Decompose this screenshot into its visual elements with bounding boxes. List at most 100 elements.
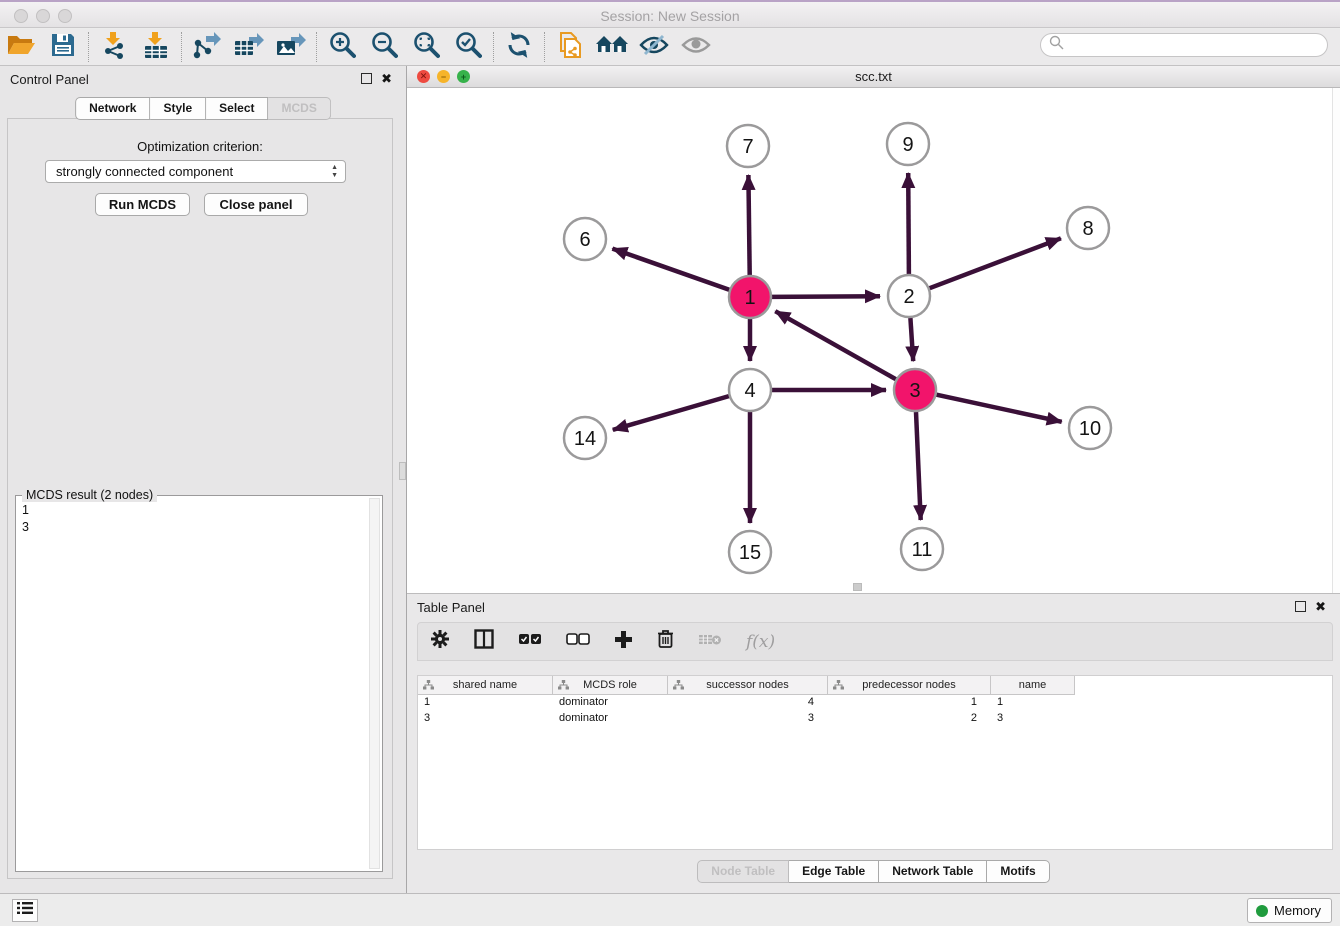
splitter-grip[interactable] bbox=[399, 462, 406, 480]
import-network-button[interactable] bbox=[93, 30, 135, 64]
export-image-icon bbox=[275, 31, 307, 64]
zoom-fit-button[interactable] bbox=[405, 30, 447, 64]
show-button[interactable] bbox=[675, 30, 717, 64]
criterion-value: strongly connected component bbox=[56, 164, 233, 179]
export-table-button[interactable] bbox=[228, 30, 270, 64]
export-network-button[interactable] bbox=[186, 30, 228, 64]
open-session-button[interactable] bbox=[0, 30, 42, 64]
tab-edge-table[interactable]: Edge Table bbox=[789, 860, 879, 883]
tab-node-table[interactable]: Node Table bbox=[697, 860, 789, 883]
table-cell[interactable]: 3 bbox=[418, 711, 553, 727]
table-cell[interactable]: 3 bbox=[668, 711, 828, 727]
svg-text:7: 7 bbox=[742, 136, 753, 158]
refresh-icon bbox=[505, 31, 533, 64]
status-bar: Memory bbox=[0, 893, 1340, 926]
table-cell[interactable]: dominator bbox=[553, 711, 668, 727]
float-table-panel-icon[interactable] bbox=[1295, 601, 1306, 612]
svg-text:11: 11 bbox=[912, 539, 933, 561]
canvas-resize-thumb[interactable] bbox=[853, 583, 862, 591]
svg-text:9: 9 bbox=[902, 134, 913, 156]
toolbar-separator bbox=[544, 32, 545, 62]
svg-text:1: 1 bbox=[744, 287, 755, 309]
search-input[interactable] bbox=[1040, 33, 1328, 57]
network-canvas[interactable]: 7968124314101511 bbox=[407, 88, 1332, 592]
table-cell[interactable]: 1 bbox=[418, 695, 553, 711]
control-panel-title: Control Panel bbox=[10, 72, 89, 87]
memory-button[interactable]: Memory bbox=[1247, 898, 1332, 923]
svg-text:8: 8 bbox=[1082, 218, 1093, 240]
table-panel-controls: ✖ bbox=[1295, 601, 1326, 612]
eye-slash-icon bbox=[638, 33, 670, 62]
table-panel-title: Table Panel bbox=[417, 600, 485, 615]
save-session-button[interactable] bbox=[42, 30, 84, 64]
network-graph: 7968124314101511 bbox=[407, 88, 1332, 592]
table-cell[interactable]: 1 bbox=[828, 695, 991, 711]
memory-label: Memory bbox=[1274, 903, 1321, 918]
svg-text:4: 4 bbox=[744, 380, 755, 402]
tab-network-table[interactable]: Network Table bbox=[879, 860, 987, 883]
delete-column-icon bbox=[698, 632, 722, 652]
search-icon bbox=[1049, 35, 1064, 55]
close-panel-icon[interactable]: ✖ bbox=[381, 73, 392, 84]
column-header[interactable]: predecessor nodes bbox=[828, 676, 991, 695]
table-cell[interactable]: 4 bbox=[668, 695, 828, 711]
toolbar-separator bbox=[493, 32, 494, 62]
network-window-title: scc.txt bbox=[407, 69, 1340, 84]
svg-text:6: 6 bbox=[579, 229, 590, 251]
add-column-button[interactable] bbox=[614, 630, 633, 654]
optimization-criterion-label: Optimization criterion: bbox=[8, 139, 392, 154]
toolbar-separator bbox=[181, 32, 182, 62]
table-cell[interactable]: 2 bbox=[828, 711, 991, 727]
table-row[interactable]: 3dominator323 bbox=[418, 711, 1332, 727]
table-tabs: Node Table Edge Table Network Table Moti… bbox=[407, 860, 1340, 883]
tab-select[interactable]: Select bbox=[206, 97, 268, 120]
toolbar-separator bbox=[316, 32, 317, 62]
table-row[interactable]: 1dominator411 bbox=[418, 695, 1332, 711]
close-table-panel-icon[interactable]: ✖ bbox=[1315, 601, 1326, 612]
clone-network-button[interactable] bbox=[549, 30, 591, 64]
svg-text:15: 15 bbox=[739, 542, 761, 564]
run-mcds-button[interactable]: Run MCDS bbox=[95, 193, 190, 216]
open-folder-icon bbox=[6, 32, 36, 63]
select-all-button[interactable] bbox=[518, 632, 542, 651]
mcds-panel: Optimization criterion: strongly connect… bbox=[7, 118, 393, 879]
tab-mcds[interactable]: MCDS bbox=[269, 97, 331, 120]
zoom-out-button[interactable] bbox=[363, 30, 405, 64]
houses-button[interactable] bbox=[591, 30, 633, 64]
zoom-selected-button[interactable] bbox=[447, 30, 489, 64]
window-title: Session: New Session bbox=[0, 8, 1340, 24]
table-header-row: shared nameMCDS rolesuccessor nodesprede… bbox=[418, 676, 1332, 695]
column-header[interactable]: name bbox=[991, 676, 1075, 695]
table-cell[interactable]: 3 bbox=[991, 711, 1075, 727]
export-table-icon bbox=[233, 31, 265, 64]
float-panel-icon[interactable] bbox=[361, 73, 372, 84]
close-panel-button[interactable]: Close panel bbox=[204, 193, 308, 216]
split-columns-button[interactable] bbox=[474, 629, 494, 654]
result-scrollbar[interactable] bbox=[369, 498, 380, 869]
deselect-all-button[interactable] bbox=[566, 632, 590, 651]
table-cell[interactable]: dominator bbox=[553, 695, 668, 711]
delete-button[interactable] bbox=[657, 629, 674, 654]
export-image-button[interactable] bbox=[270, 30, 312, 64]
tab-motifs[interactable]: Motifs bbox=[987, 860, 1049, 883]
table-panel: Table Panel ✖ f(x) shared bbox=[407, 593, 1340, 893]
hide-button[interactable] bbox=[633, 30, 675, 64]
control-panel-controls: ✖ bbox=[361, 73, 392, 84]
tab-style[interactable]: Style bbox=[150, 97, 206, 120]
svg-text:14: 14 bbox=[574, 428, 596, 450]
tab-network[interactable]: Network bbox=[75, 97, 150, 120]
table-settings-button[interactable] bbox=[430, 629, 450, 654]
mcds-result-box: MCDS result (2 nodes) 1 3 bbox=[15, 495, 383, 872]
zoom-out-icon bbox=[370, 31, 398, 64]
zoom-in-button[interactable] bbox=[321, 30, 363, 64]
criterion-dropdown[interactable]: strongly connected component ▲▼ bbox=[45, 160, 346, 183]
column-header[interactable]: shared name bbox=[418, 676, 553, 695]
column-header[interactable]: successor nodes bbox=[668, 676, 828, 695]
refresh-button[interactable] bbox=[498, 30, 540, 64]
network-window-titlebar: ✕ − + scc.txt bbox=[407, 66, 1340, 88]
column-header[interactable]: MCDS role bbox=[553, 676, 668, 695]
import-table-button[interactable] bbox=[135, 30, 177, 64]
node-table[interactable]: shared nameMCDS rolesuccessor nodesprede… bbox=[417, 675, 1333, 850]
task-history-button[interactable] bbox=[12, 899, 38, 922]
table-cell[interactable]: 1 bbox=[991, 695, 1075, 711]
